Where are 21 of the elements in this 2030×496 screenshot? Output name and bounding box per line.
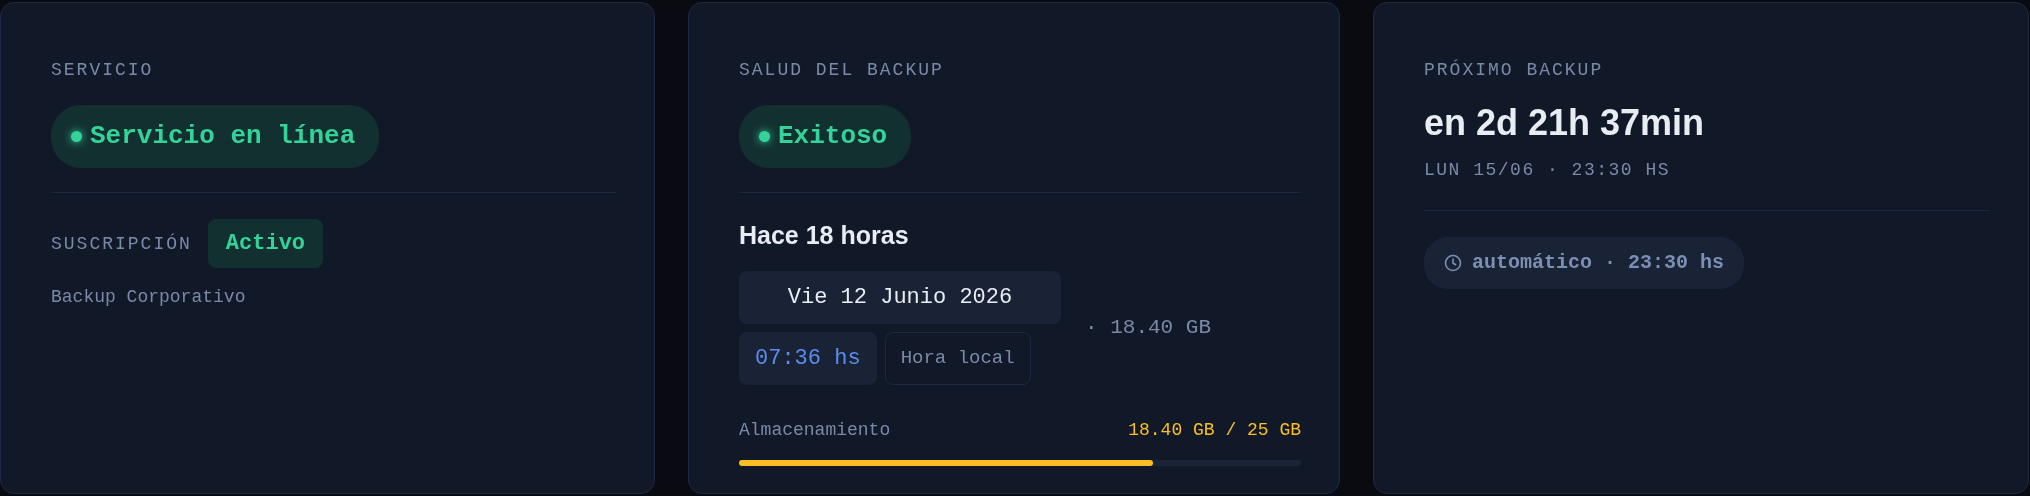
last-backup-time: Hace 18 horas (739, 220, 910, 251)
subscription-label: SUSCRIPCIÓN (51, 234, 192, 253)
time-box: 07:36 hs (739, 331, 877, 385)
section-label: SALUD DEL BACKUP (739, 61, 945, 79)
section-label: PRÓXIMO BACKUP (1424, 61, 1605, 79)
schedule-chip: automático · 23:30 hs (1424, 236, 1745, 289)
backup-size: · 18.40 GB (1085, 314, 1212, 341)
status-pill: Servicio en línea (51, 105, 380, 168)
plan-name: Backup Corporativo (51, 286, 247, 309)
status-dot-icon (759, 131, 770, 142)
clock-icon (1444, 253, 1462, 272)
status-dot-icon (71, 131, 82, 142)
schedule-date: LUN 15/06 · 23:30 HS (1424, 158, 1672, 182)
section-label: SERVICIO (51, 61, 155, 79)
status-pill: Exitoso (739, 105, 912, 168)
storage-reading: 18.40 GB / 25 GB (1128, 418, 1301, 442)
time-zone-tag: Hora local (884, 331, 1031, 385)
date-box: Vie 12 Junio 2026 (739, 270, 1061, 324)
status-badge: Activo (207, 219, 324, 268)
storage-label: Almacenamiento (739, 418, 891, 442)
countdown: en 2d 21h 37min (1424, 103, 1706, 143)
